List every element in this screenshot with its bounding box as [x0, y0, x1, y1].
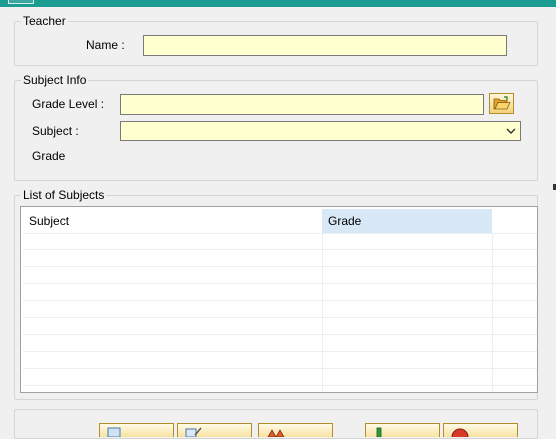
chevron-down-icon[interactable] [502, 122, 520, 140]
window-title-bar [0, 0, 556, 7]
edit-icon [185, 427, 202, 437]
new-icon [107, 427, 121, 437]
list-of-subjects-legend: List of Subjects [23, 188, 105, 202]
save-icon [376, 427, 382, 437]
subject-select[interactable] [120, 121, 521, 141]
subjects-grid[interactable]: Subject Grade [20, 206, 538, 393]
new-button[interactable] [99, 423, 174, 437]
grid-row-line [23, 249, 537, 250]
grid-row-line [23, 351, 537, 352]
save-button[interactable] [365, 423, 440, 437]
delete-icon [267, 429, 285, 437]
grade-level-input[interactable] [120, 94, 484, 115]
grid-row-line [23, 385, 537, 386]
grid-row-line [23, 300, 537, 301]
grid-row-line [23, 368, 537, 369]
folder-open-icon [493, 96, 511, 110]
grid-row-line [23, 233, 537, 234]
column-header-subject[interactable]: Subject [23, 209, 323, 233]
grid-column-divider [322, 233, 323, 392]
delete-button[interactable] [258, 423, 333, 437]
edit-button[interactable] [177, 423, 252, 437]
close-icon [451, 428, 469, 437]
teacher-name-input[interactable] [143, 35, 507, 56]
grid-row-line [23, 283, 537, 284]
grid-column-divider [492, 233, 493, 392]
grid-row-line [23, 266, 537, 267]
grid-row-line [23, 317, 537, 318]
browse-grade-level-button[interactable] [489, 93, 514, 114]
grid-row-line [23, 334, 537, 335]
subject-info-legend: Subject Info [23, 73, 87, 87]
teacher-group-legend: Teacher [23, 14, 66, 28]
name-label: Name : [86, 38, 125, 52]
title-bar-accent [8, 0, 34, 4]
column-header-grade[interactable]: Grade [322, 209, 492, 233]
subject-label: Subject : [32, 124, 79, 138]
grade-label: Grade [32, 149, 66, 163]
close-button[interactable] [443, 423, 518, 437]
grade-level-label: Grade Level : [32, 97, 105, 111]
